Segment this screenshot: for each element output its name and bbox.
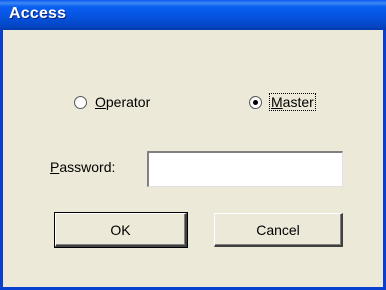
- password-field[interactable]: [147, 151, 343, 187]
- cancel-button[interactable]: Cancel: [214, 213, 343, 247]
- window-title: Access: [9, 5, 67, 22]
- master-radio[interactable]: Master: [249, 93, 316, 111]
- operator-label: Operator: [95, 94, 151, 110]
- operator-radio[interactable]: Operator: [74, 94, 150, 110]
- radio-checked-icon: [249, 95, 262, 109]
- radio-unchecked-icon: [74, 95, 87, 109]
- access-dialog: Access Operator Master Password: OK Canc…: [0, 0, 386, 290]
- master-label: Master: [269, 93, 316, 111]
- title-bar[interactable]: Access: [0, 0, 386, 30]
- password-label: Password:: [50, 159, 116, 175]
- ok-button[interactable]: OK: [54, 212, 188, 248]
